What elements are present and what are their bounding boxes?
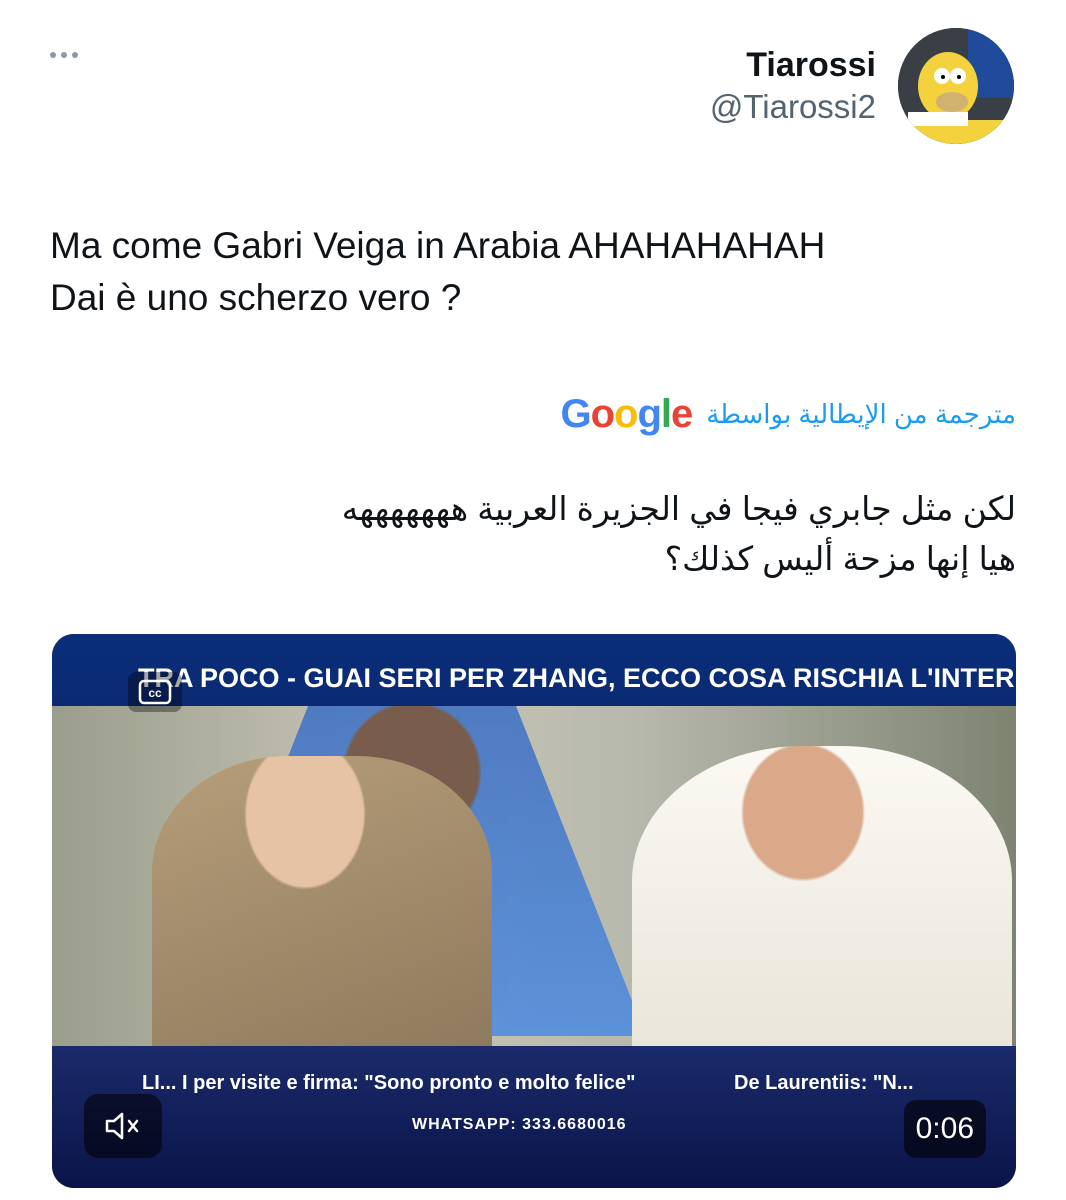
- mute-icon[interactable]: [84, 1094, 162, 1158]
- video-player[interactable]: TRA POCO - GUAI SERI PER ZHANG, ECCO COS…: [52, 634, 1016, 1188]
- translation-text: لكن مثل جابري فيجا في الجزيرة العربية هه…: [341, 490, 1016, 577]
- video-figure-left: [152, 756, 492, 1046]
- author-handle[interactable]: @Tiarossi2: [710, 86, 876, 128]
- captions-icon[interactable]: cc: [128, 672, 182, 712]
- google-logo: Google: [560, 392, 693, 436]
- ticker-bottom-line2: WHATSAPP: 333.6680016: [412, 1116, 627, 1133]
- video-figure-right: [632, 746, 1012, 1046]
- tweet-author[interactable]: Tiarossi @Tiarossi2: [710, 28, 1014, 144]
- translated-label[interactable]: مترجمة من الإيطالية بواسطة: [706, 399, 1016, 430]
- video-ticker-bottom: LI... I per visite e firma: "Sono pronto…: [52, 1046, 1016, 1188]
- author-text: Tiarossi @Tiarossi2: [710, 44, 876, 128]
- video-time-badge: 0:06: [903, 1100, 986, 1158]
- tweet-text: Ma come Gabri Veiga in Arabia AHAHAHAHAH…: [50, 225, 826, 318]
- video-ticker-top: TRA POCO - GUAI SERI PER ZHANG, ECCO COS…: [52, 634, 1016, 706]
- video-frame: [52, 706, 1016, 1046]
- ticker-bottom-right: De Laurentiis: "N...: [734, 1072, 914, 1094]
- svg-text:cc: cc: [148, 686, 162, 700]
- avatar[interactable]: [898, 28, 1014, 144]
- author-name[interactable]: Tiarossi: [710, 44, 876, 86]
- more-options-icon[interactable]: [50, 52, 78, 58]
- translated-by[interactable]: Google مترجمة من الإيطالية بواسطة: [560, 390, 1016, 438]
- simpsons-avatar-icon: [898, 28, 1014, 144]
